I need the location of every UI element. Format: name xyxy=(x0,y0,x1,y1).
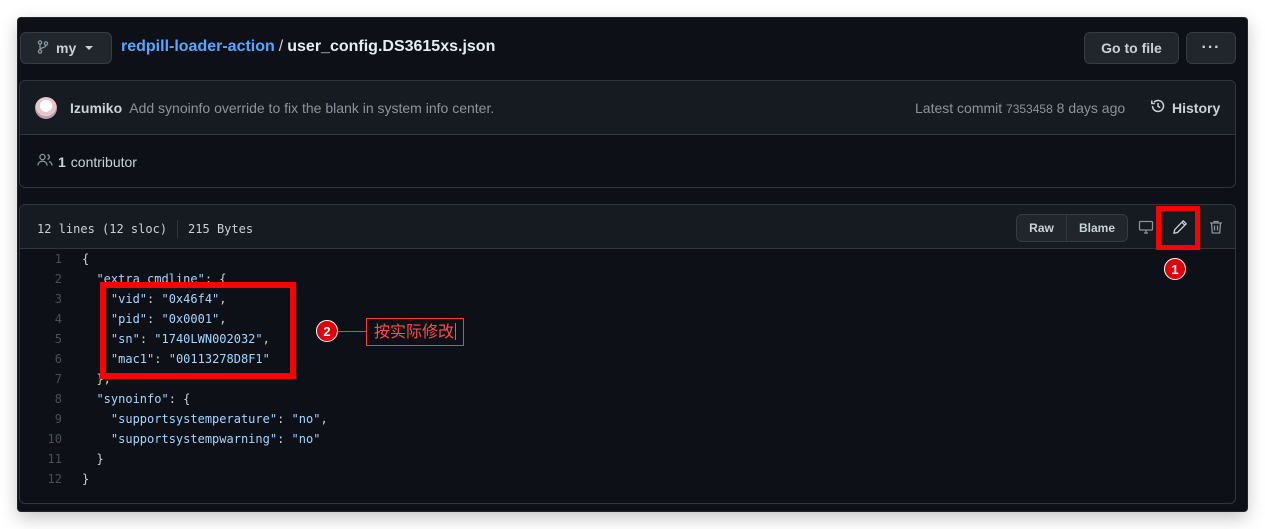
line-content: "synoinfo": { xyxy=(96,392,191,406)
commit-box: Izumiko Add synoinfo override to fix the… xyxy=(19,80,1236,188)
history-label: History xyxy=(1172,99,1221,116)
commit-sha[interactable]: 7353458 xyxy=(1006,102,1053,116)
line-content: "supportsystemperature": "no", xyxy=(110,412,328,426)
file-header: 12 lines (12 sloc) 215 Bytes Raw Blame xyxy=(20,205,1235,249)
line-count: 12 lines (12 sloc) xyxy=(37,222,168,236)
view-button-group: Raw Blame xyxy=(1016,214,1128,242)
commit-author[interactable]: Izumiko xyxy=(70,100,122,116)
desktop-icon[interactable] xyxy=(1136,217,1156,237)
line-number[interactable]: 10 xyxy=(20,429,62,449)
blame-button[interactable]: Blame xyxy=(1067,215,1127,241)
line-content: } xyxy=(96,452,104,466)
latest-commit-row: Izumiko Add synoinfo override to fix the… xyxy=(20,81,1235,135)
line-number[interactable]: 4 xyxy=(20,309,62,329)
git-branch-icon xyxy=(37,39,49,57)
github-file-view: my redpill-loader-action / user_config.DS3… xyxy=(18,18,1247,511)
callout-line xyxy=(338,331,366,332)
more-options-button[interactable]: ··· xyxy=(1186,32,1236,64)
line-content: "supportsystempwarning": "no" xyxy=(110,432,321,446)
commit-time: 8 days ago xyxy=(1056,100,1126,116)
branch-name: my xyxy=(56,40,77,56)
divider xyxy=(177,220,179,238)
file-name: user_config.DS3615xs.json xyxy=(287,38,496,55)
line-number[interactable]: 6 xyxy=(20,349,62,369)
step-badge-2: 2 xyxy=(316,320,338,342)
values-highlight-box xyxy=(100,282,296,379)
code-line: 1{ xyxy=(20,249,1235,269)
line-number[interactable]: 11 xyxy=(20,449,62,469)
commit-message: Izumiko Add synoinfo override to fix the… xyxy=(70,100,494,116)
line-number[interactable]: 3 xyxy=(20,289,62,309)
line-number[interactable]: 9 xyxy=(20,409,62,429)
line-content: } xyxy=(82,472,90,486)
go-to-file-button[interactable]: Go to file xyxy=(1084,32,1179,64)
file-info: 12 lines (12 sloc) 215 Bytes xyxy=(37,220,253,238)
contributor-count: 1 xyxy=(58,153,66,170)
step-badge-1: 1 xyxy=(1164,258,1186,280)
code-line: 11 } xyxy=(20,449,1235,469)
code-line: 12} xyxy=(20,469,1235,489)
repo-link[interactable]: redpill-loader-action xyxy=(121,38,275,55)
callout-note: 按实际修改 xyxy=(366,318,465,346)
people-icon xyxy=(37,153,53,170)
line-number[interactable]: 12 xyxy=(20,469,62,489)
history-button[interactable]: History xyxy=(1150,98,1220,117)
history-icon xyxy=(1150,98,1166,117)
callout-note-text: 按实际修改 xyxy=(374,322,455,341)
commit-message-text[interactable]: Add synoinfo override to fix the blank i… xyxy=(129,100,494,116)
code-line: 10 "supportsystempwarning": "no" xyxy=(20,429,1235,449)
contributor-label: contributor xyxy=(70,153,137,170)
text-cursor xyxy=(455,323,457,340)
avatar[interactable] xyxy=(35,97,57,119)
trash-icon[interactable] xyxy=(1206,217,1226,237)
line-number[interactable]: 5 xyxy=(20,329,62,349)
code-line: 9 "supportsystemperature": "no", xyxy=(20,409,1235,429)
commit-meta: Latest commit 7353458 8 days ago xyxy=(915,100,1125,116)
contributors[interactable]: 1 contributor xyxy=(37,153,137,170)
line-number[interactable]: 7 xyxy=(20,369,62,389)
line-number[interactable]: 2 xyxy=(20,269,62,289)
raw-button[interactable]: Raw xyxy=(1017,215,1067,241)
breadcrumb: redpill-loader-action / user_config.DS3615… xyxy=(121,38,495,56)
code-line: 8 "synoinfo": { xyxy=(20,389,1235,409)
edit-highlight-box xyxy=(1156,206,1200,250)
line-content: { xyxy=(82,252,90,266)
breadcrumb-separator: / xyxy=(278,38,284,55)
line-number[interactable]: 8 xyxy=(20,389,62,409)
caret-down-icon xyxy=(85,46,94,50)
line-number[interactable]: 1 xyxy=(20,249,62,269)
latest-commit-label: Latest commit xyxy=(915,100,1003,116)
branch-select-button[interactable]: my xyxy=(20,32,112,64)
file-size: 215 Bytes xyxy=(188,222,254,236)
